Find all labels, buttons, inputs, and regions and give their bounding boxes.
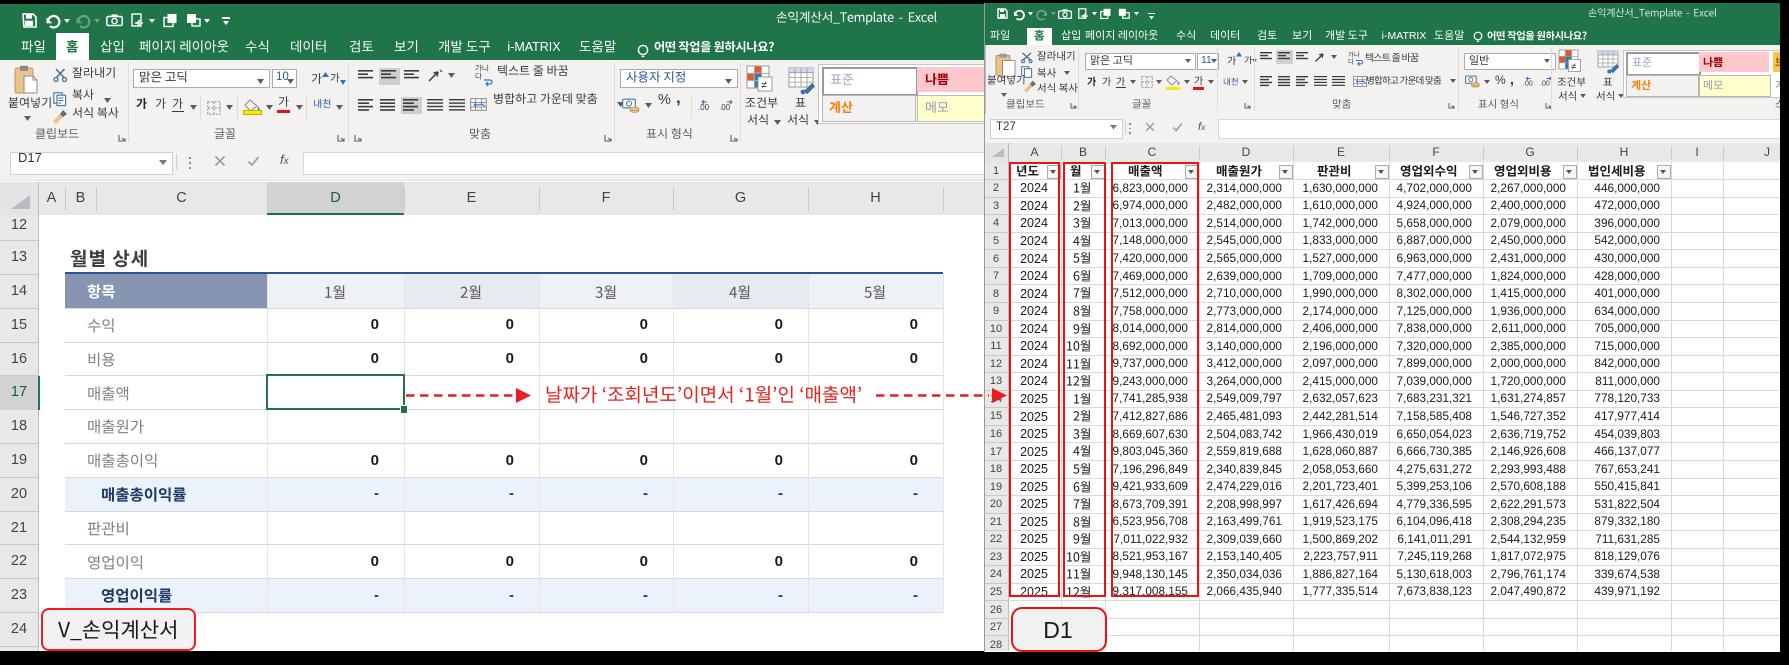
- svg-text:≠: ≠: [761, 80, 767, 92]
- svg-text:.00: .00: [698, 103, 710, 112]
- svg-text:.00: .00: [719, 103, 731, 112]
- svg-text:.00: .00: [1523, 81, 1533, 88]
- svg-text:.00: .00: [1540, 81, 1550, 88]
- svg-text:≠: ≠: [1571, 61, 1576, 72]
